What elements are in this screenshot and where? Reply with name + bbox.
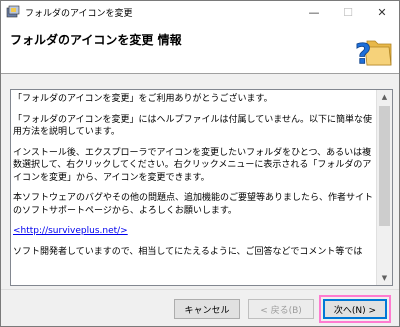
cancel-button[interactable]: キャンセル: [174, 299, 240, 319]
installer-window: フォルダのアイコンを変更 — ☐ ✕ フォルダのアイコンを変更 情報 ? 「フォ…: [0, 0, 400, 327]
help-folder-icon: ?: [355, 37, 392, 69]
paragraph-help: 「フォルダのアイコンを変更」にはヘルプファイルは付属していません。以下に簡単な使…: [13, 114, 373, 138]
next-button[interactable]: 次へ(N) >: [323, 299, 387, 319]
back-button: < 戻る(B): [248, 299, 314, 319]
scroll-thumb[interactable]: [379, 106, 390, 226]
support-site-link[interactable]: <http://surviveplus.net/>: [13, 226, 128, 236]
paragraph-thanks: 「フォルダのアイコンを変更」をご利用ありがとうございます。: [13, 94, 273, 104]
minimize-button[interactable]: —: [297, 1, 331, 23]
info-text: 「フォルダのアイコンを変更」をご利用ありがとうございます。 「フォルダのアイコン…: [13, 93, 375, 266]
button-bar: キャンセル < 戻る(B) 次へ(N) >: [1, 289, 399, 326]
maximize-button: ☐: [343, 5, 353, 19]
close-button[interactable]: ✕: [365, 1, 399, 23]
wizard-header: フォルダのアイコンを変更 情報 ?: [1, 23, 399, 74]
info-text-box[interactable]: 「フォルダのアイコンを変更」をご利用ありがとうございます。 「フォルダのアイコン…: [10, 89, 393, 286]
window-title: フォルダのアイコンを変更: [25, 8, 133, 19]
page-title: フォルダのアイコンを変更 情報: [10, 33, 182, 47]
paragraph-support: 本ソフトウェアのバグやその他の問題点、追加機能のご要望等ありましたら、作者サイト…: [13, 193, 374, 216]
paragraph-usage: インストール後、エクスプローラでアイコンを変更したいフォルダをひとつ、あるいは複…: [13, 147, 372, 183]
svg-text:?: ?: [355, 37, 371, 69]
installer-app-icon: [6, 5, 20, 18]
paragraph-cutoff: ソフト開発者していますので、相当してにたえるように、ご回答などでコメント等では: [13, 246, 363, 257]
scroll-up-arrow-icon[interactable]: ▲: [377, 90, 392, 104]
title-bar: フォルダのアイコンを変更 — ☐ ✕: [1, 1, 399, 23]
scroll-down-arrow-icon[interactable]: ▼: [377, 271, 392, 285]
vertical-scrollbar[interactable]: ▲ ▼: [376, 90, 392, 285]
